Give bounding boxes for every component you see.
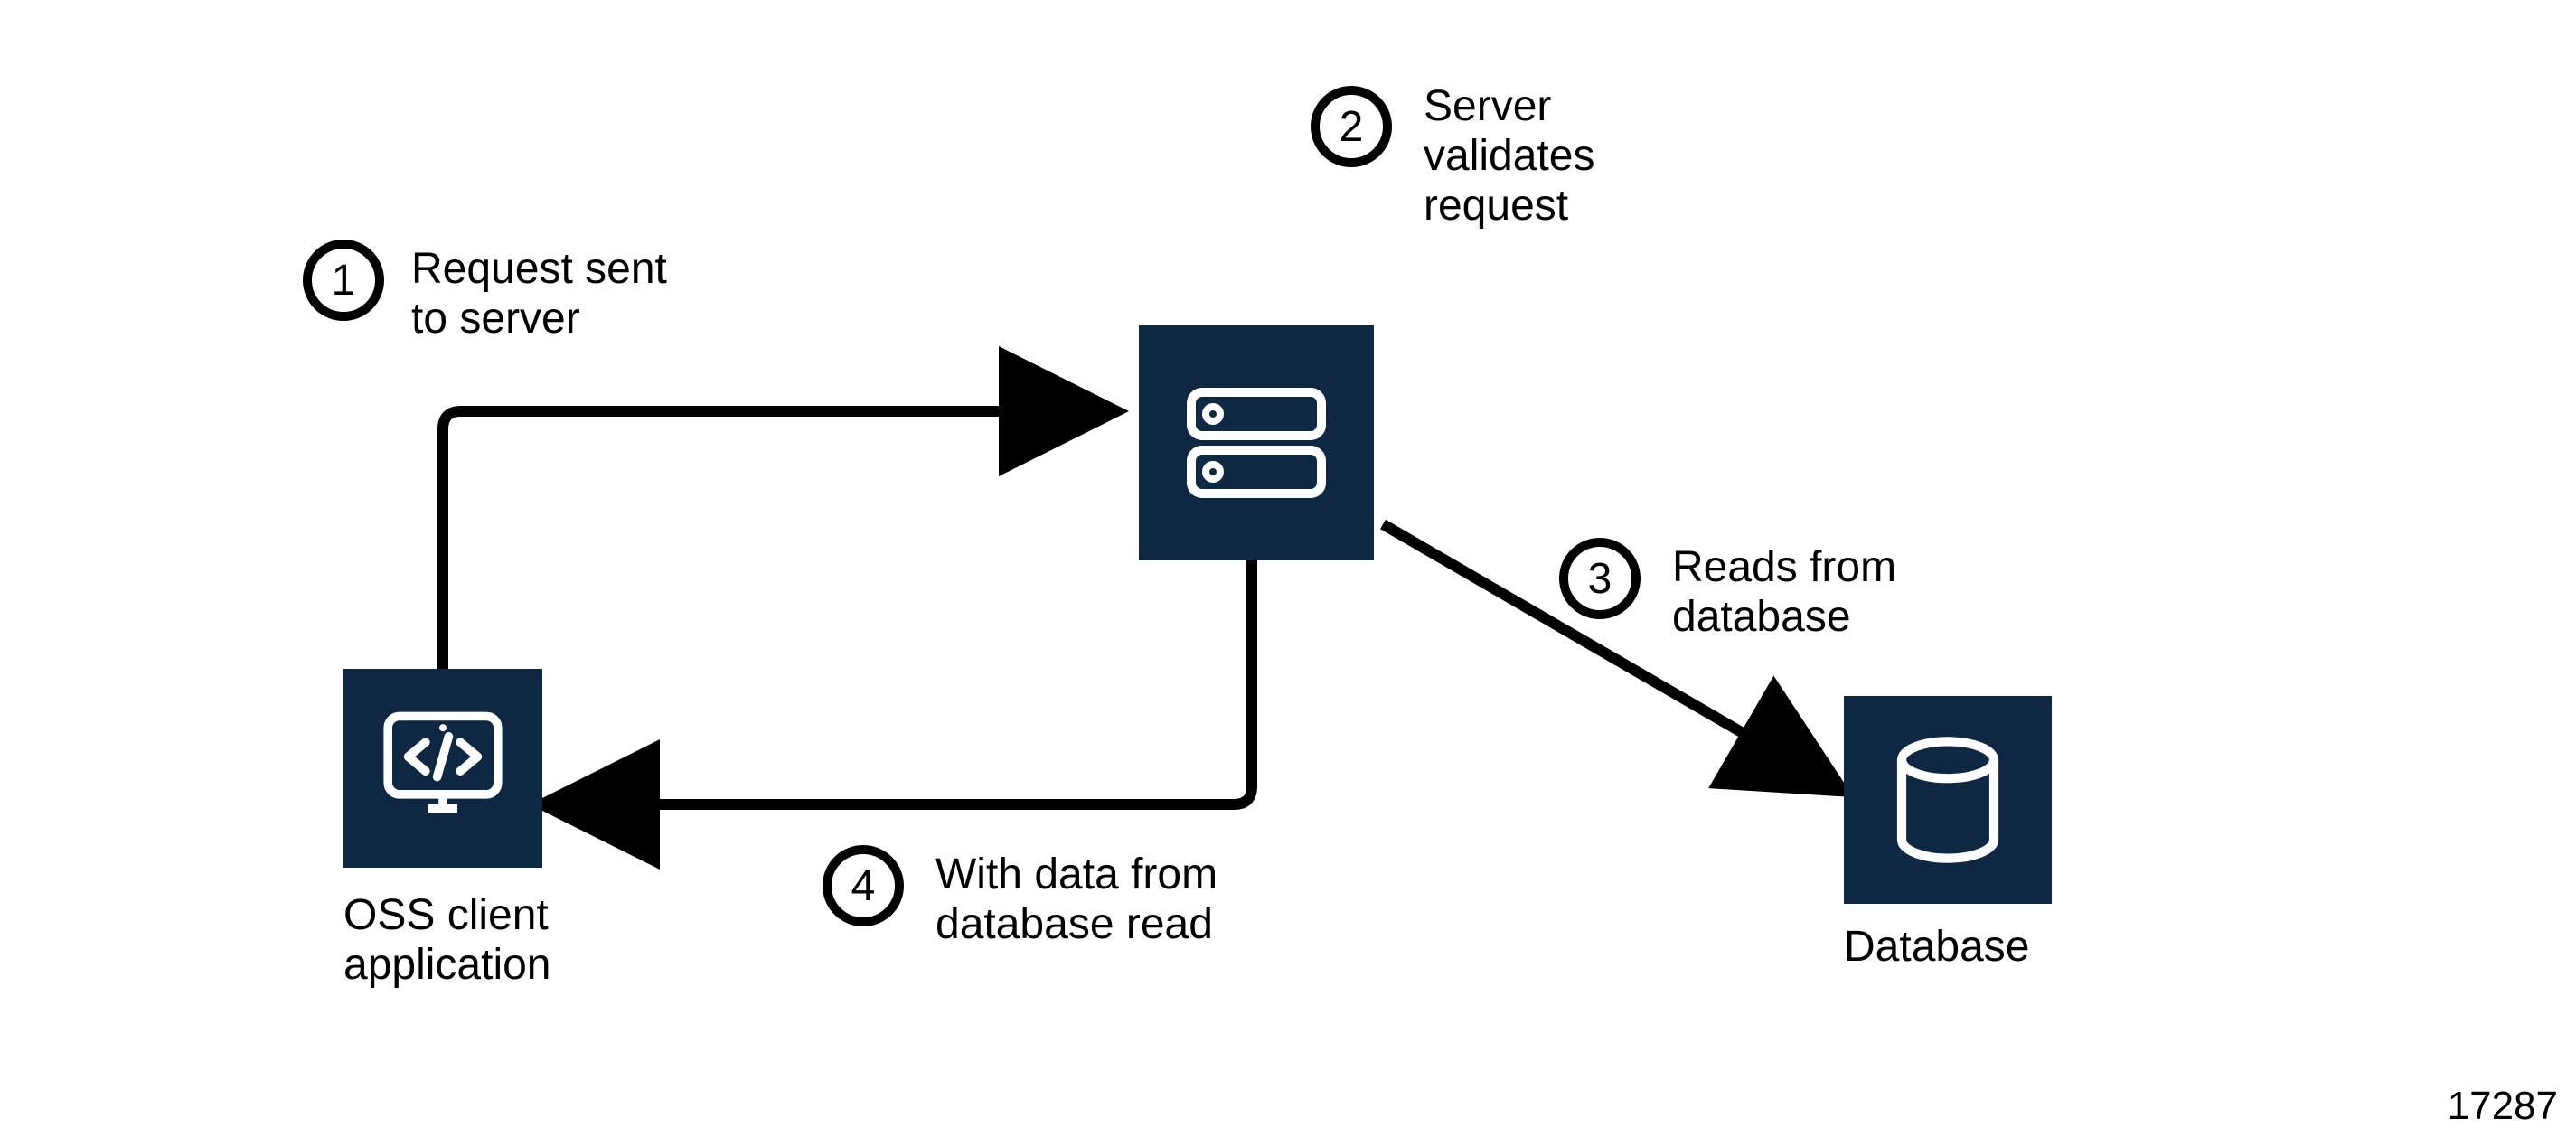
code-monitor-icon	[371, 696, 515, 841]
step-label-1: Request sent to server	[411, 244, 667, 343]
node-client-label: OSS client application	[343, 890, 551, 990]
step-badge-3: 3	[1559, 538, 1641, 619]
step-badge-1: 1	[303, 240, 384, 321]
database-cylinder-icon	[1871, 723, 2025, 877]
diagram-canvas: OSS client application Database 1 Reques…	[0, 0, 2576, 1147]
server-stack-icon	[1166, 353, 1347, 533]
step-num-4: 4	[851, 861, 876, 911]
node-database	[1844, 696, 2052, 904]
node-client	[343, 669, 542, 868]
step-label-4: With data from database read	[935, 850, 1217, 949]
step-label-3: Reads from database	[1672, 542, 1896, 642]
step-num-3: 3	[1588, 554, 1612, 604]
step-badge-2: 2	[1311, 86, 1392, 167]
node-server	[1139, 325, 1374, 560]
step-num-2: 2	[1340, 102, 1364, 152]
step-num-1: 1	[332, 256, 356, 306]
diagram-id: 17287	[2448, 1084, 2558, 1129]
node-database-label: Database	[1844, 922, 2029, 972]
arrow-step-4	[551, 560, 1252, 804]
arrow-step-1	[443, 411, 1107, 669]
step-label-2: Server validates request	[1424, 81, 1594, 231]
step-badge-4: 4	[823, 845, 904, 926]
